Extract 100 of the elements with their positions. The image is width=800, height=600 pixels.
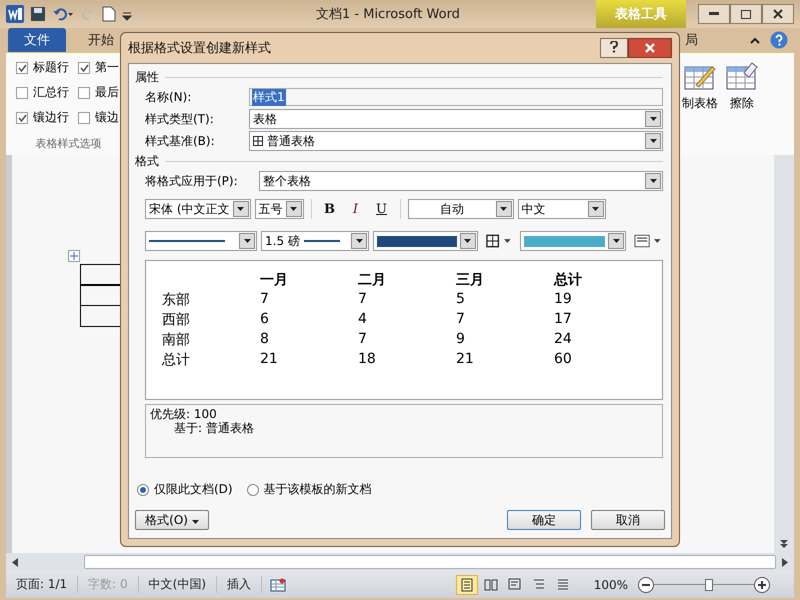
preview-cell-text: 18 (358, 351, 377, 369)
format-menu-button[interactable]: 格式(O) (135, 510, 209, 530)
preview-cell-text: 7 (358, 291, 368, 309)
ok-button[interactable]: 确定 (507, 510, 581, 530)
draw-table-button[interactable]: 制表格 (682, 61, 718, 121)
border-color-select[interactable] (373, 231, 478, 251)
borders-icon[interactable] (486, 234, 512, 248)
preview-cell-text: 21 (260, 351, 279, 369)
help-icon[interactable] (770, 31, 788, 49)
preview-row-label: 东部 (162, 291, 191, 310)
maximize-button[interactable] (730, 4, 762, 24)
line-style-icon (304, 239, 340, 243)
preview-cell-text: 6 (260, 311, 270, 329)
file-tab[interactable]: 文件 (8, 28, 66, 52)
caret-icon (612, 239, 620, 243)
minimize-icon (709, 12, 719, 16)
script-select[interactable]: 中文 (518, 199, 606, 219)
horizontal-scrollbar-thumb[interactable] (84, 555, 776, 569)
eraser-button[interactable]: 擦除 (726, 61, 758, 121)
shading-color-select[interactable] (520, 231, 626, 251)
new-document-icon[interactable] (102, 6, 116, 22)
status-item: 中文(中国) (138, 576, 218, 593)
table-icon (253, 136, 263, 146)
preview-row-label: 西部 (162, 311, 191, 330)
close-button[interactable] (762, 4, 794, 24)
option-checkbox[interactable]: 第一 (78, 59, 128, 76)
scroll-down-icon[interactable] (780, 539, 788, 549)
context-tab-label: 表格工具 (596, 0, 686, 28)
underline-button[interactable]: U (370, 199, 392, 219)
caret-icon (650, 179, 656, 183)
cell-alignment-icon[interactable] (634, 234, 663, 248)
help-button[interactable] (600, 38, 628, 58)
web-view-icon (506, 576, 523, 592)
option-checkbox[interactable]: 最后 (78, 84, 128, 101)
preview-cell-text: 7 (358, 331, 368, 349)
table-move-handle-icon[interactable] (68, 250, 80, 262)
caret-icon (244, 239, 250, 243)
preview-cell-text: 19 (554, 291, 573, 309)
scope-radio[interactable]: 基于该模板的新文档 (246, 481, 372, 498)
font-select[interactable]: 宋体 (中文正文 (145, 199, 250, 219)
option-checkbox[interactable]: 标题行 (16, 59, 78, 76)
field-label: 样式类型(T): (145, 110, 215, 128)
caret-icon (500, 207, 507, 211)
checkmark-icon (80, 64, 88, 72)
preview-cell-text: 17 (554, 311, 573, 329)
zoom-out-button[interactable] (638, 576, 654, 592)
window-title: 文档1 - Microsoft Word (316, 6, 460, 23)
preview-cell-text: 21 (456, 351, 475, 369)
caret-icon (650, 117, 656, 121)
close-icon (773, 9, 783, 19)
minimize-button[interactable] (698, 4, 730, 24)
field-label: 将格式应用于(P): (145, 172, 239, 190)
line-style-icon (149, 239, 225, 243)
italic-button[interactable]: I (344, 199, 366, 219)
apply-to-select[interactable]: 整个表格 (259, 171, 663, 191)
undo-icon[interactable] (52, 6, 74, 22)
zoom-in-button[interactable] (754, 576, 770, 592)
plus-icon (758, 580, 766, 588)
caret-icon (356, 239, 362, 243)
style-type-select[interactable]: 表格 (249, 109, 663, 129)
ribbon-tab[interactable]: 局 (683, 28, 700, 52)
section-heading: 属性 (135, 68, 159, 86)
font-color-select[interactable]: 自动 (408, 199, 514, 219)
border-style-select[interactable] (145, 231, 257, 251)
collapse-ribbon-icon[interactable] (750, 36, 760, 44)
print-view-icon (458, 576, 475, 592)
option-checkbox[interactable]: 汇总行 (16, 84, 78, 101)
caret-icon (192, 520, 199, 524)
status-item: 字数: 0 (78, 576, 139, 593)
scroll-left-icon[interactable] (12, 558, 18, 566)
bold-button[interactable]: B (318, 199, 340, 219)
border-width-select[interactable]: 1.5 磅 (261, 231, 369, 251)
option-checkbox[interactable]: 镶边 (78, 109, 128, 126)
section-heading: 格式 (135, 152, 159, 170)
macro-record-icon[interactable] (270, 578, 286, 592)
caret-icon (592, 207, 599, 211)
scope-radio[interactable]: 仅限此文档(D) (137, 481, 233, 498)
minus-icon (642, 584, 650, 586)
zoom-slider[interactable] (654, 578, 754, 590)
checkmark-icon (18, 64, 26, 72)
base-style-select[interactable]: 普通表格 (249, 131, 663, 151)
preview-cell-text: 9 (456, 331, 466, 349)
caret-icon (290, 207, 297, 211)
eraser-table-icon (726, 61, 758, 91)
caret-icon (650, 139, 656, 143)
preview-header: 一月 (260, 271, 289, 290)
save-icon[interactable] (30, 6, 46, 22)
status-item: 页面: 1/1 (6, 576, 78, 593)
scroll-right-icon[interactable] (782, 558, 788, 566)
caret-icon (464, 239, 472, 243)
cancel-button[interactable]: 取消 (591, 510, 665, 530)
font-size-select[interactable]: 五号 (254, 199, 304, 219)
option-checkbox[interactable]: 镶边行 (16, 109, 78, 126)
name-field[interactable]: 样式1 (249, 88, 663, 106)
view-button[interactable] (456, 574, 478, 594)
preview-cell-text: 60 (554, 351, 573, 369)
dialog-title: 根据格式设置创建新样式 (128, 40, 271, 57)
caret-icon (237, 207, 244, 211)
close-button[interactable] (628, 38, 672, 58)
field-label: 样式基准(B): (145, 132, 216, 150)
